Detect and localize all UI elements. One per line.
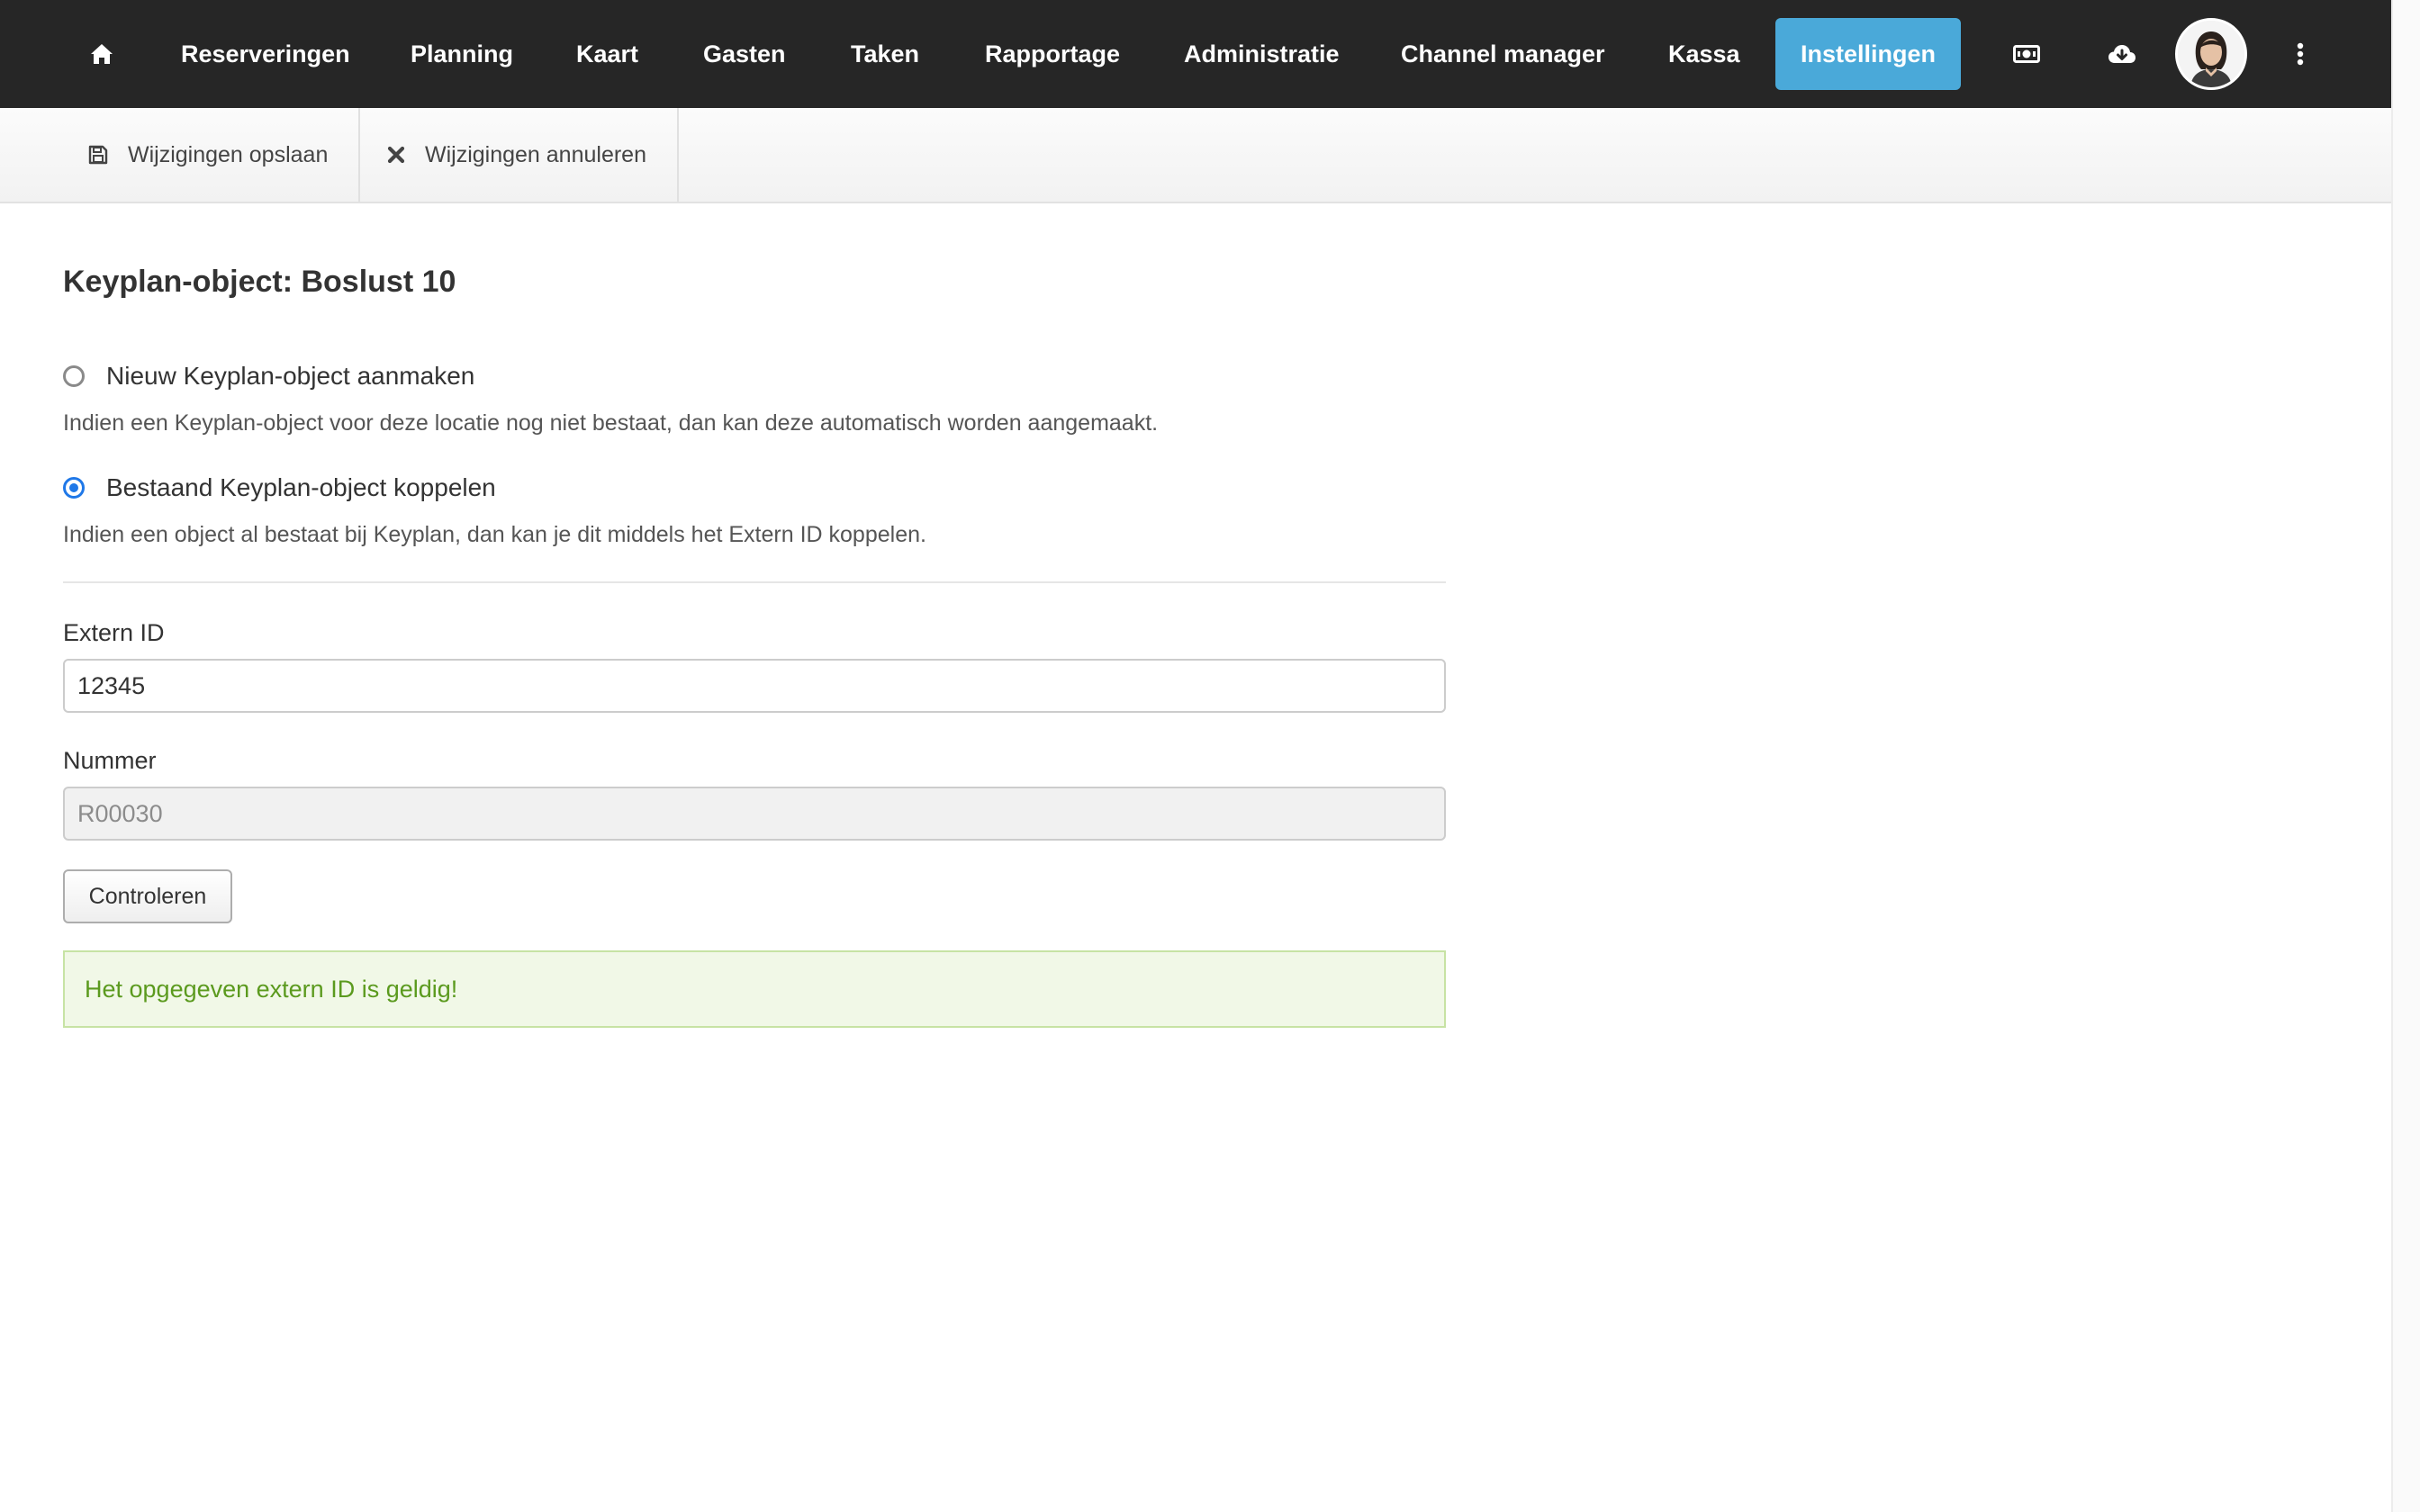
nav-item-reserveringen[interactable]: Reserveringen — [181, 0, 350, 108]
radio-new-keyplan-object[interactable]: Nieuw Keyplan-object aanmaken — [63, 362, 474, 391]
check-button[interactable]: Controleren — [63, 869, 232, 923]
success-alert: Het opgegeven extern ID is geldig! — [63, 950, 1446, 1028]
page-title: Keyplan-object: Boslust 10 — [63, 265, 456, 299]
cancel-changes-label: Wijzigingen annuleren — [425, 141, 646, 167]
radio-label: Nieuw Keyplan-object aanmaken — [106, 362, 475, 390]
nav-item-channel-manager[interactable]: Channel manager — [1401, 0, 1605, 108]
scrollbar[interactable] — [2391, 0, 2420, 1512]
home-icon[interactable] — [88, 0, 115, 108]
toolbar: Wijzigingen opslaan Wijzigingen annulere… — [0, 108, 2393, 203]
nav-item-taken[interactable]: Taken — [851, 0, 919, 108]
floppy-disk-icon — [88, 145, 108, 165]
save-changes-button[interactable]: Wijzigingen opslaan — [0, 108, 360, 202]
radio-button[interactable] — [63, 365, 85, 387]
nav-item-kassa[interactable]: Kassa — [1668, 0, 1740, 108]
nav-item-planning[interactable]: Planning — [411, 0, 513, 108]
nav-item-administratie[interactable]: Administratie — [1184, 0, 1340, 108]
more-vertical-icon[interactable] — [2292, 0, 2308, 108]
cancel-changes-button[interactable]: Wijzigingen annuleren — [360, 108, 679, 202]
top-navigation: Reserveringen Planning Kaart Gasten Take… — [0, 0, 2393, 108]
nav-item-instellingen[interactable]: Instellingen — [1775, 18, 1962, 90]
nummer-label: Nummer — [63, 747, 157, 774]
radio-existing-keyplan-object[interactable]: Bestaand Keyplan-object koppelen — [63, 473, 496, 502]
save-changes-label: Wijzigingen opslaan — [128, 141, 329, 167]
help-text-existing-object: Indien een object al bestaat bij Keyplan… — [63, 522, 926, 547]
extern-id-input[interactable] — [63, 659, 1446, 713]
divider — [63, 581, 1446, 583]
extern-id-label: Extern ID — [63, 619, 165, 646]
cash-register-icon[interactable] — [2013, 0, 2040, 108]
nummer-input — [63, 787, 1446, 841]
avatar[interactable] — [2175, 18, 2247, 90]
help-text-new-object: Indien een Keyplan-object voor deze loca… — [63, 410, 1159, 436]
nav-item-kaart[interactable]: Kaart — [576, 0, 638, 108]
close-icon — [387, 146, 405, 164]
page: Reserveringen Planning Kaart Gasten Take… — [0, 0, 2420, 1512]
nav-item-gasten[interactable]: Gasten — [703, 0, 786, 108]
nav-item-rapportage[interactable]: Rapportage — [985, 0, 1120, 108]
radio-button-checked[interactable] — [63, 477, 85, 499]
radio-label: Bestaand Keyplan-object koppelen — [106, 473, 496, 501]
cloud-download-icon[interactable] — [2107, 0, 2137, 108]
